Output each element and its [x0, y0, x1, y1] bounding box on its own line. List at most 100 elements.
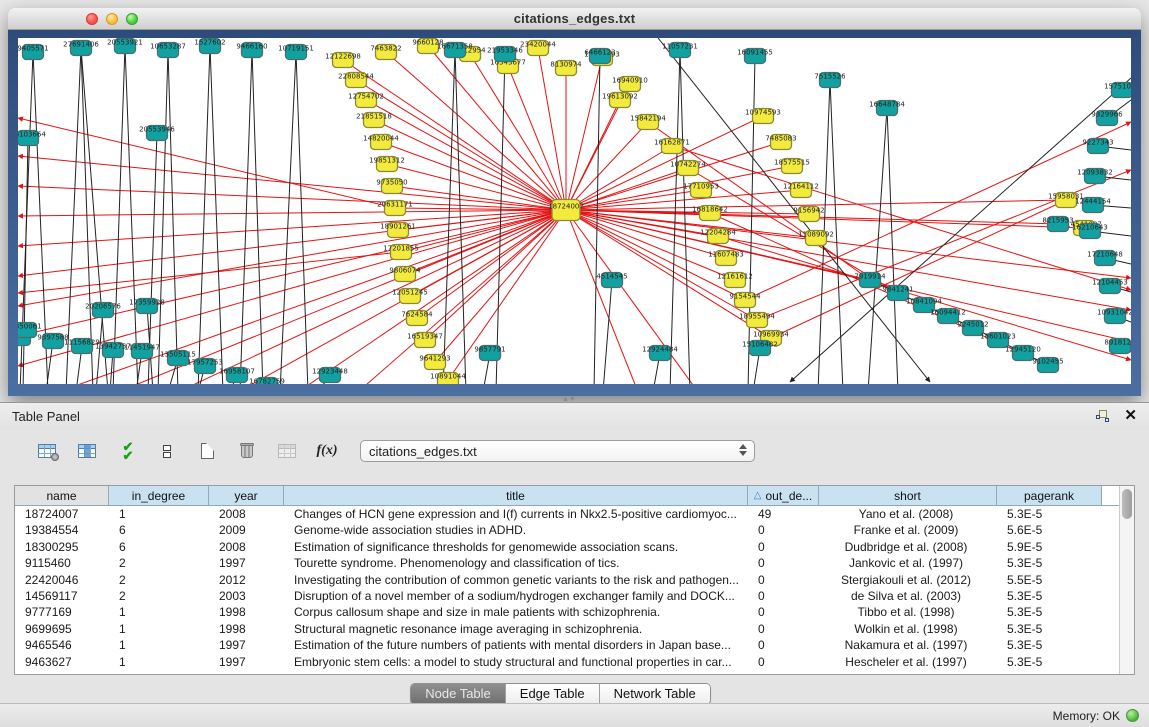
table-cell[interactable]: 0: [748, 522, 819, 538]
graph-node[interactable]: 12051245: [392, 289, 428, 304]
graph-node[interactable]: 10742274: [670, 161, 706, 176]
table-cell[interactable]: 1: [109, 621, 209, 637]
function-builder-icon[interactable]: f(x): [314, 439, 340, 463]
graph-node[interactable]: 21851518: [356, 113, 392, 128]
tab-edge-table[interactable]: Edge Table: [506, 684, 600, 704]
column-header-year[interactable]: year: [209, 486, 284, 505]
table-cell[interactable]: 9777169: [15, 604, 109, 620]
table-settings-icon[interactable]: [34, 439, 60, 463]
table-cell[interactable]: 2: [109, 588, 209, 604]
graph-node[interactable]: 16519347: [407, 333, 443, 348]
column-header-short[interactable]: short: [819, 486, 997, 505]
graph-node[interactable]: 17957253: [187, 359, 223, 374]
graph-node[interactable]: 4514545: [596, 273, 627, 288]
graph-node[interactable]: 15842194: [630, 115, 666, 130]
table-cell[interactable]: 1997: [209, 637, 284, 653]
graph-node[interactable]: 20631171: [377, 201, 413, 216]
table-cell[interactable]: 1998: [209, 604, 284, 620]
graph-node[interactable]: 10974593: [745, 109, 781, 124]
table-cell[interactable]: 5.6E-5: [997, 522, 1102, 538]
table-cell[interactable]: 1: [109, 604, 209, 620]
table-cell[interactable]: Disruption of a novel member of a sodium…: [284, 588, 748, 604]
table-cell[interactable]: 0: [748, 654, 819, 670]
table-row[interactable]: 2242004622012Investigating the contribut…: [15, 572, 1134, 588]
table-cell[interactable]: 1: [109, 637, 209, 653]
table-cell[interactable]: 9463627: [15, 654, 109, 670]
column-visibility-icon[interactable]: [74, 439, 100, 463]
new-table-icon[interactable]: [194, 439, 220, 463]
table-cell[interactable]: 5.9E-5: [997, 539, 1102, 555]
graph-node[interactable]: 18955494: [739, 313, 775, 328]
table-cell[interactable]: 1997: [209, 555, 284, 571]
graph-node[interactable]: 7463822: [370, 45, 401, 60]
graph-node[interactable]: 12923448: [312, 368, 348, 383]
table-cell[interactable]: Stergiakouli et al. (2012): [819, 572, 997, 588]
graph-node[interactable]: 9227343: [1082, 139, 1113, 154]
table-cell[interactable]: 6: [109, 539, 209, 555]
table-cell[interactable]: 1997: [209, 654, 284, 670]
table-cell[interactable]: 49: [748, 506, 819, 522]
graph-node[interactable]: 9102455: [1032, 358, 1063, 373]
column-header-pagerank[interactable]: pagerank: [997, 486, 1102, 505]
graph-node[interactable]: 26103664: [18, 131, 46, 146]
graph-node[interactable]: 19851312: [369, 157, 405, 172]
column-header-name[interactable]: name: [15, 486, 109, 505]
graph-node[interactable]: 12204284: [700, 229, 736, 244]
graph-node[interactable]: 16091455: [737, 49, 773, 64]
table-cell[interactable]: Genome-wide association studies in ADHD.: [284, 522, 748, 538]
graph-node[interactable]: 20553946: [139, 126, 175, 141]
table-cell[interactable]: 0: [748, 555, 819, 571]
table-row[interactable]: 969969511998Structural magnetic resonanc…: [15, 621, 1134, 637]
table-cell[interactable]: 0: [748, 588, 819, 604]
column-header-out-de[interactable]: △out_de...: [748, 486, 819, 505]
table-cell[interactable]: 5.3E-5: [997, 654, 1102, 670]
table-cell[interactable]: 0: [748, 604, 819, 620]
table-row[interactable]: 977716911998Corpus callosum shape and si…: [15, 604, 1134, 620]
table-cell[interactable]: de Silva et al. (2003): [819, 588, 997, 604]
graph-node[interactable]: 16648784: [869, 101, 905, 116]
table-cell[interactable]: 2: [109, 572, 209, 588]
graph-node[interactable]: 10931042: [1097, 309, 1131, 324]
table-cell[interactable]: 1: [109, 654, 209, 670]
table-cell[interactable]: 2008: [209, 539, 284, 555]
graph-node[interactable]: 1527602: [194, 39, 225, 54]
table-cell[interactable]: Wolkin et al. (1998): [819, 621, 997, 637]
graph-node[interactable]: 16162871: [654, 139, 690, 154]
tab-network-table[interactable]: Network Table: [600, 684, 710, 704]
graph-hub-node[interactable]: 18724007: [548, 200, 584, 221]
graph-node[interactable]: 17210648: [1087, 251, 1123, 266]
graph-node[interactable]: 7515526: [814, 73, 846, 88]
table-cell[interactable]: 14569117: [15, 588, 109, 604]
table-cell[interactable]: Embryonic stem cells: a model to study s…: [284, 654, 748, 670]
graph-node[interactable]: 9466160: [236, 43, 267, 58]
graph-node[interactable]: 27691406: [63, 41, 99, 56]
table-cell[interactable]: 5.3E-5: [997, 588, 1102, 604]
table-cell[interactable]: 2012: [209, 572, 284, 588]
table-cell[interactable]: 1: [109, 506, 209, 522]
table-cell[interactable]: Yano et al. (2008): [819, 506, 997, 522]
table-cell[interactable]: 2009: [209, 522, 284, 538]
table-cell[interactable]: Tibbo et al. (1998): [819, 604, 997, 620]
citation-network-graph[interactable]: 1872400712122698228085441275470221851518…: [18, 38, 1131, 384]
graph-node[interactable]: 18901261: [380, 223, 416, 238]
table-row[interactable]: 946554611997Estimation of the future num…: [15, 637, 1134, 653]
table-row[interactable]: 1830029562008Estimation of significance …: [15, 539, 1134, 555]
table-cell[interactable]: 22420046: [15, 572, 109, 588]
graph-node[interactable]: 22808544: [338, 73, 374, 88]
table-cell[interactable]: Structural magnetic resonance image aver…: [284, 621, 748, 637]
float-panel-icon[interactable]: [1096, 410, 1110, 423]
graph-node[interactable]: 19613092: [602, 93, 638, 108]
graph-node[interactable]: 10653287: [150, 43, 186, 58]
graph-node[interactable]: 11057231: [662, 43, 698, 58]
table-cell[interactable]: Estimation of the future numbers of pati…: [284, 637, 748, 653]
table-row[interactable]: 1872400712008Changes of HCN gene express…: [15, 506, 1134, 522]
graph-node[interactable]: 8130974: [550, 61, 582, 76]
table-cell[interactable]: Jankovic et al. (1997): [819, 555, 997, 571]
table-row[interactable]: 911546021997Tourette syndrome. Phenomeno…: [15, 555, 1134, 571]
network-canvas[interactable]: 1872400712122698228085441275470221851518…: [18, 38, 1131, 384]
graph-node[interactable]: 16782759: [249, 378, 285, 385]
graph-node[interactable]: 17201855: [383, 245, 419, 260]
table-cell[interactable]: 9115460: [15, 555, 109, 571]
table-cell[interactable]: Dudbridge et al. (2008): [819, 539, 997, 555]
table-row[interactable]: 1456911722003Disruption of a novel membe…: [15, 588, 1134, 604]
